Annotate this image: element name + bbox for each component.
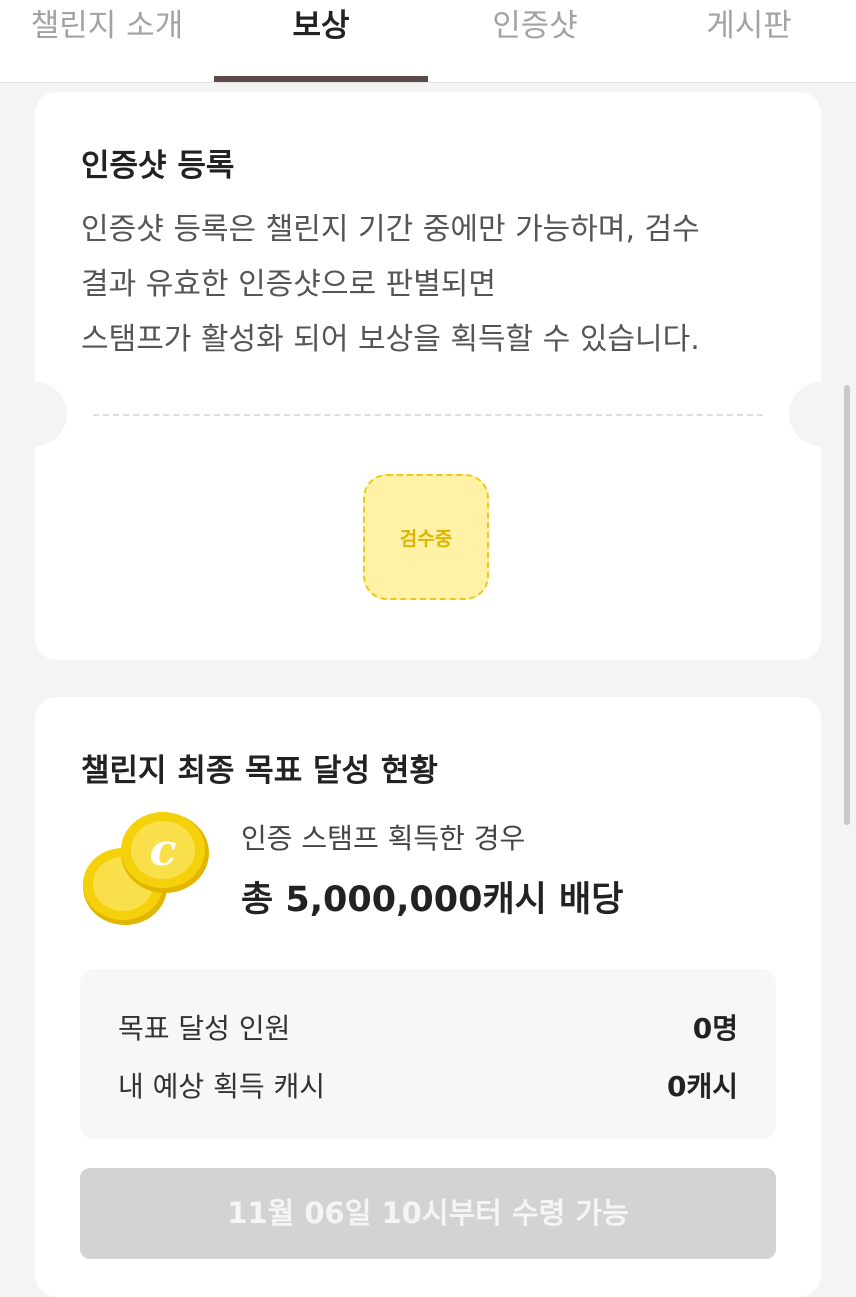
tab-board[interactable]: 게시판 <box>642 0 856 82</box>
description-line: 결과 유효한 인증샷으로 판별되면 <box>81 267 497 302</box>
tab-bar: 챌린지 소개 보상 인증샷 게시판 <box>0 0 856 83</box>
stamp-under-review[interactable]: 검수중 <box>363 474 489 600</box>
description-line: 스탬프가 활성화 되어 보상을 획득할 수 있습니다. <box>81 322 700 357</box>
stat-label: 내 예상 획득 캐시 <box>118 1070 326 1103</box>
svg-text:c: c <box>150 825 177 876</box>
scrollbar[interactable] <box>844 385 850 825</box>
ticket-divider <box>93 414 763 416</box>
stamp-label: 검수중 <box>399 527 453 550</box>
stat-label: 목표 달성 인원 <box>118 1012 291 1045</box>
stat-row-achievers: 목표 달성 인원 0명 <box>118 1007 738 1047</box>
goal-title: 챌린지 최종 목표 달성 현황 <box>81 753 438 789</box>
registration-title: 인증샷 등록 <box>81 148 235 184</box>
reward-condition: 인증 스탬프 획득한 경우 <box>241 822 526 855</box>
tab-challenge-intro[interactable]: 챌린지 소개 <box>0 0 214 82</box>
coin-icon: c <box>79 809 219 929</box>
claim-reward-button[interactable]: 11월 06일 10시부터 수령 가능 <box>80 1168 776 1259</box>
stat-row-expected-cash: 내 예상 획득 캐시 0캐시 <box>118 1065 738 1105</box>
stat-value: 0명 <box>692 1012 738 1045</box>
goal-stats-box: 목표 달성 인원 0명 내 예상 획득 캐시 0캐시 <box>80 969 776 1139</box>
reward-amount: 총 5,000,000캐시 배당 <box>241 880 624 920</box>
tab-proof-shot[interactable]: 인증샷 <box>428 0 642 82</box>
description-line: 인증샷 등록은 챌린지 기간 중에만 가능하며, 검수 <box>81 212 700 247</box>
proof-registration-card: 인증샷 등록 인증샷 등록은 챌린지 기간 중에만 가능하며, 검수 결과 유효… <box>3 92 853 660</box>
active-tab-indicator <box>214 76 428 82</box>
stat-value: 0캐시 <box>666 1070 738 1103</box>
goal-status-card: 챌린지 최종 목표 달성 현황 c 인증 스탬프 획득한 경우 총 5,000,… <box>35 697 821 1297</box>
tab-reward[interactable]: 보상 <box>214 0 428 82</box>
registration-description: 인증샷 등록은 챌린지 기간 중에만 가능하며, 검수 결과 유효한 인증샷으로… <box>81 202 791 367</box>
ticket-notch-left <box>3 382 67 446</box>
